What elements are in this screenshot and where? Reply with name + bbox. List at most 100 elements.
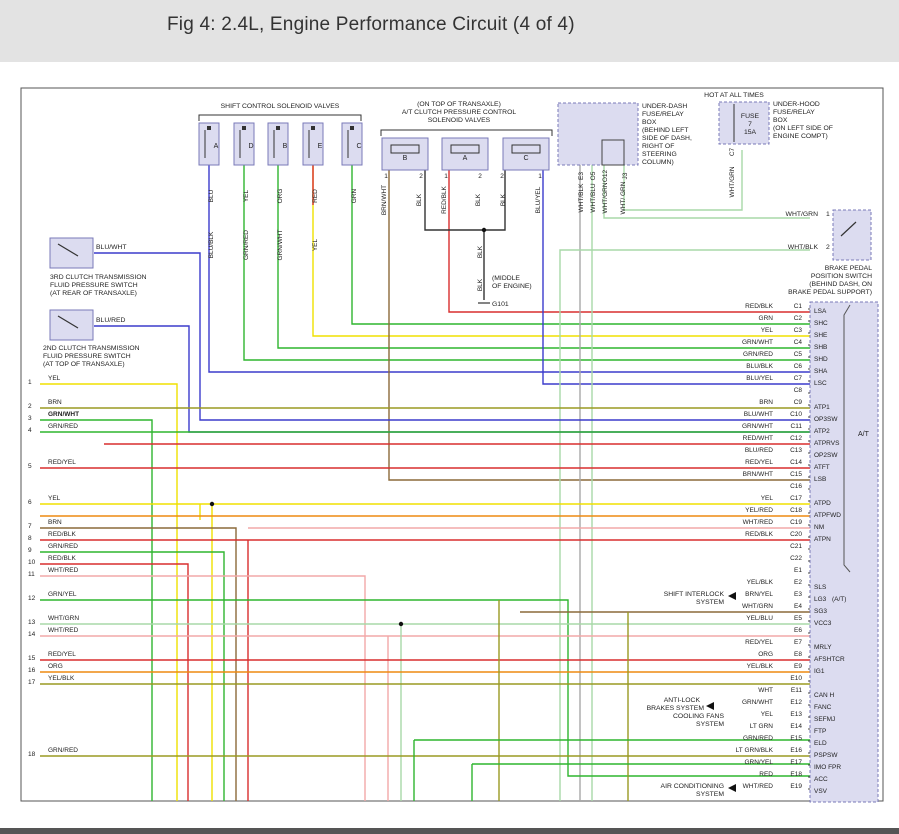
- wire-sha: [208, 165, 810, 373]
- wire-lsb: [388, 170, 810, 481]
- ecm-signal: SHC: [814, 320, 828, 327]
- ecm-wire: WHT/RED: [743, 783, 774, 790]
- under-hood-label: UNDER-HOOD: [773, 101, 820, 108]
- ecm-signal: ELD: [814, 740, 827, 747]
- solenoid-letter: C: [356, 143, 361, 150]
- blk-wire-label: BLK: [477, 245, 484, 258]
- under-dash-label: (BEHIND LEFT: [642, 127, 688, 134]
- pin-label: 1: [384, 173, 388, 180]
- ecm-signal: ATPN: [814, 536, 831, 543]
- left-wire-color: RED/YEL: [48, 459, 76, 466]
- ecm-signal: SG3: [814, 608, 827, 615]
- left-wire-color: RED/BLK: [48, 555, 76, 562]
- ecm-wire: YEL/BLK: [747, 579, 774, 586]
- ecm-wire: LT GRN: [750, 723, 774, 730]
- arrow-icon: [728, 592, 736, 600]
- ecm-signal: ATFT: [814, 464, 830, 471]
- left-wire-num: 2: [28, 403, 32, 410]
- second-clutch-label: FLUID PRESSURE SWITCH: [43, 353, 131, 360]
- ecm-signal: LSC: [814, 380, 827, 387]
- ecm-signal: PSPSW: [814, 752, 838, 759]
- pin-label: 1: [538, 173, 542, 180]
- left-wire-num: 11: [28, 571, 35, 578]
- third-clutch-label: 3RD CLUTCH TRANSMISSION: [50, 274, 147, 281]
- under-hood-label: ENGINE COMPT): [773, 133, 828, 140]
- under-dash-label: UNDER-DASH: [642, 103, 687, 110]
- under-dash-pin: J3: [622, 172, 629, 179]
- ground-id: G101: [492, 301, 509, 308]
- ecm-wire: ORG: [758, 651, 773, 658]
- ecm-signal: ATPRVS: [814, 440, 840, 447]
- second-clutch-label: 2ND CLUTCH TRANSMISSION: [43, 345, 140, 352]
- ecm-wire: GRN/WHT: [742, 423, 773, 430]
- third-clutch-label: (AT REAR OF TRANSAXLE): [50, 290, 137, 297]
- left-wire-num: 13: [28, 619, 36, 626]
- shift-interlock-label: SHIFT INTERLOCK: [664, 591, 725, 598]
- left-wire-num: 15: [28, 655, 36, 662]
- under-hood-box: [718, 101, 770, 145]
- ecm-signal: SHE: [814, 332, 828, 339]
- fuse-pin: C7: [729, 147, 736, 156]
- wire-11: [40, 575, 366, 801]
- ecm-wire: BRN/WHT: [743, 471, 773, 478]
- fuse-label: 7: [748, 121, 752, 128]
- ecm-pin: C1: [794, 303, 803, 310]
- ecm-pin: C12: [790, 435, 802, 442]
- left-wire-num: 18: [28, 751, 36, 758]
- ground-note: OF ENGINE): [492, 283, 532, 290]
- ecm-signal: SHB: [814, 344, 827, 351]
- ecm-pin: E6: [794, 627, 802, 634]
- solenoid-wire-lower: YEL: [312, 238, 319, 251]
- left-wire-color: RED/BLK: [48, 531, 76, 538]
- ecm-wire: BLU/YEL: [746, 375, 773, 382]
- ecm-pin: C17: [790, 495, 802, 502]
- third-clutch-switch: [49, 237, 94, 269]
- wire-12: [40, 599, 810, 777]
- ac-valve-letter: B: [403, 155, 408, 162]
- ecm-wire: BRN/YEL: [745, 591, 773, 598]
- ecm-pin: C15: [790, 471, 802, 478]
- ground-note: (MIDDLE: [492, 275, 520, 282]
- pin-label: 2: [500, 173, 504, 180]
- ac-valves-title: (ON TOP OF TRANSAXLE): [417, 101, 501, 108]
- left-wire-color: RED/YEL: [48, 651, 76, 658]
- cooling-label: COOLING FANS: [673, 713, 724, 720]
- brake-switch-label: BRAKE PEDAL: [825, 265, 872, 272]
- ecm-wire: WHT: [758, 687, 773, 694]
- left-wire-color: GRN/RED: [48, 747, 78, 754]
- wire-lsa: [448, 170, 810, 313]
- solenoid-letter: B: [283, 143, 288, 150]
- shift-solenoids-title: SHIFT CONTROL SOLENOID VALVES: [221, 103, 340, 110]
- ecm-pin: C10: [790, 411, 802, 418]
- ecm-pin: C4: [794, 339, 803, 346]
- under-dash-label: STEERING: [642, 151, 677, 158]
- ecm-signal: ATP1: [814, 404, 830, 411]
- ecm-signal: LSB: [814, 476, 826, 483]
- solenoid-wire-upper: ORG: [277, 189, 284, 204]
- solenoid-wire-lower: GRN/RED: [243, 230, 250, 260]
- ecm-signal: OP3SW: [814, 416, 838, 423]
- ac-valve-a: [441, 137, 489, 171]
- left-wire-num: 9: [28, 547, 32, 554]
- ecm-wire: YEL: [761, 711, 774, 718]
- left-wire-color: GRN/YEL: [48, 591, 77, 598]
- ecm-signal: IMO FPR: [814, 764, 841, 771]
- ecm-pin: E16: [790, 747, 802, 754]
- under-dash-pin: O12: [602, 169, 609, 182]
- abs-label: ANTI-LOCK: [664, 697, 701, 704]
- brake-switch-label: POSITION SWITCH: [811, 273, 872, 280]
- arrow-icon: [728, 784, 736, 792]
- under-hood-label: FUSE/RELAY: [773, 109, 815, 116]
- ac-valve-b: [381, 137, 429, 171]
- ecm-signal: FTP: [814, 728, 826, 735]
- ecm-signal: VSV: [814, 788, 828, 795]
- cooling-label: SYSTEM: [696, 721, 724, 728]
- ecm-pin: C2: [794, 315, 803, 322]
- under-dash-label: RIGHT OF: [642, 143, 674, 150]
- bottom-bar: [0, 828, 899, 834]
- blk-wire-label: BLK: [477, 278, 484, 291]
- ecm-pin: C19: [790, 519, 802, 526]
- under-dash-box: [557, 102, 639, 166]
- ac-valve-wire: RED/BLK: [441, 185, 448, 213]
- aircon-label: AIR CONDITIONING: [661, 783, 724, 790]
